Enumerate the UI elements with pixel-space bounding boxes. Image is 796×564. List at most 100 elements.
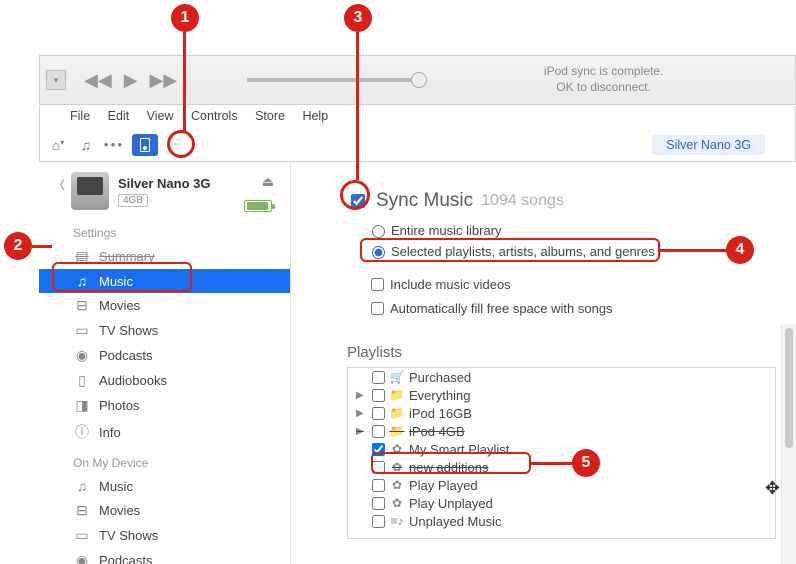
menu-file[interactable]: File bbox=[70, 109, 90, 123]
sync-option-3-input[interactable] bbox=[371, 302, 384, 315]
volume-thumb[interactable] bbox=[411, 72, 427, 88]
menu-store[interactable]: Store bbox=[255, 109, 285, 123]
playlist-checkbox[interactable] bbox=[372, 497, 385, 510]
menu-controls[interactable]: Controls bbox=[191, 109, 238, 123]
playlist-row[interactable]: ✿Play Unplayed bbox=[348, 494, 775, 512]
status-line-2: OK to disconnect. bbox=[427, 80, 780, 96]
device-item-label: Music bbox=[99, 479, 133, 494]
playlist-row[interactable]: ≡♪Unplayed Music bbox=[348, 512, 775, 530]
playlist-checkbox[interactable] bbox=[372, 371, 385, 384]
playlist-label: Unplayed Music bbox=[409, 514, 502, 529]
playlist-checkbox[interactable] bbox=[372, 515, 385, 528]
sync-option-3: Automatically fill free space with songs bbox=[367, 299, 796, 318]
sidebar-item-info[interactable]: ⓘInfo bbox=[39, 418, 290, 446]
home-icon[interactable]: ⌂▾ bbox=[45, 134, 71, 156]
library-music-icon[interactable]: ♫ bbox=[73, 134, 99, 156]
playlist-checkbox[interactable] bbox=[372, 425, 385, 438]
device-thumbnail bbox=[71, 172, 109, 210]
sidebar-item-label: TV Shows bbox=[99, 323, 158, 338]
volume-slider[interactable] bbox=[247, 78, 427, 82]
sidebar-item-label: Photos bbox=[99, 398, 139, 413]
tv-shows-icon: ▭ bbox=[73, 322, 91, 339]
device-item-label: Movies bbox=[99, 503, 140, 518]
device-item-music[interactable]: ♫ Music bbox=[39, 474, 290, 498]
playlist-label: Everything bbox=[409, 388, 470, 403]
sidebar-item-audiobooks[interactable]: ▯ Audiobooks bbox=[39, 368, 290, 393]
playlist-row[interactable]: ▶📁iPod 16GB bbox=[348, 404, 775, 422]
disclosure-triangle-icon[interactable]: ▶ bbox=[356, 408, 368, 419]
sync-option-2-input[interactable] bbox=[371, 278, 384, 291]
window-drag-handle[interactable]: ▾ bbox=[46, 70, 66, 90]
disclosure-triangle-icon[interactable]: ▶ bbox=[356, 390, 368, 401]
menu-help[interactable]: Help bbox=[302, 109, 328, 123]
more-icon[interactable]: ●●● bbox=[101, 134, 127, 156]
scrollbar-thumb[interactable] bbox=[785, 328, 793, 448]
back-chevron-icon[interactable]: 〈 bbox=[53, 176, 65, 193]
sidebar-item-label: Audiobooks bbox=[99, 373, 167, 388]
annotation-box-4 bbox=[360, 238, 660, 262]
sync-option-3-label: Automatically fill free space with songs bbox=[390, 301, 613, 316]
sidebar-item-label: Podcasts bbox=[99, 348, 152, 363]
playlist-row[interactable]: ▶📁iPod 4GB bbox=[348, 422, 775, 440]
playlist-row[interactable]: ▶📁Everything bbox=[348, 386, 775, 404]
menu-view[interactable]: View bbox=[147, 109, 174, 123]
settings-label: Settings bbox=[39, 216, 290, 244]
sidebar-item-tv-shows[interactable]: ▭ TV Shows bbox=[39, 318, 290, 343]
device-header: 〈 Silver Nano 3G 4GB ⏏ bbox=[39, 162, 290, 216]
annotation-line-5 bbox=[531, 462, 573, 465]
forward-button[interactable]: ▶▶ bbox=[150, 70, 178, 91]
sidebar-item-movies[interactable]: ⊟Movies bbox=[39, 293, 290, 318]
playlist-checkbox[interactable] bbox=[372, 407, 385, 420]
menu-edit[interactable]: Edit bbox=[108, 109, 130, 123]
annotation-line-1 bbox=[183, 32, 186, 132]
annotation-line-4 bbox=[660, 249, 728, 252]
annotation-badge-5: 5 bbox=[572, 449, 600, 477]
play-button[interactable]: ▶ bbox=[124, 70, 138, 91]
annotation-box-5 bbox=[371, 452, 531, 474]
sync-music-title: Sync Music bbox=[376, 190, 473, 212]
gear-icon: ✿ bbox=[389, 478, 405, 492]
movies-icon: ⊟ bbox=[73, 297, 91, 314]
eject-icon[interactable]: ⏏ bbox=[262, 174, 274, 190]
folder-icon: 📁 bbox=[389, 424, 405, 438]
playlist-checkbox[interactable] bbox=[372, 389, 385, 402]
ipod-icon bbox=[140, 138, 150, 152]
annotation-line-3 bbox=[356, 32, 359, 180]
sidebar-item-label: Info bbox=[99, 425, 121, 440]
device-item-movies[interactable]: ⊟ Movies bbox=[39, 498, 290, 523]
device-name: Silver Nano 3G bbox=[118, 176, 210, 191]
playlist-row[interactable]: ✿Play Played bbox=[348, 476, 775, 494]
device-item-tv-shows[interactable]: ▭TV Shows bbox=[39, 523, 290, 548]
annotation-badge-4: 4 bbox=[726, 236, 754, 264]
device-item-label: TV Shows bbox=[99, 528, 158, 543]
sync-option-2-label: Include music videos bbox=[390, 277, 511, 292]
sidebar-item-podcasts[interactable]: ◉Podcasts bbox=[39, 343, 290, 368]
playlist-label: iPod 16GB bbox=[409, 406, 472, 421]
sidebar: 〈 Silver Nano 3G 4GB ⏏ Settings ▤Summary… bbox=[39, 162, 291, 564]
status-display: iPod sync is complete. OK to disconnect. bbox=[427, 64, 795, 95]
disclosure-triangle-icon[interactable]: ▶ bbox=[356, 426, 368, 437]
playlist-row[interactable]: 🛒Purchased bbox=[348, 368, 775, 386]
device-capacity: 4GB bbox=[118, 194, 148, 207]
audiobooks-icon: ▯ bbox=[73, 372, 91, 389]
sync-music-count: 1094 songs bbox=[481, 192, 564, 210]
sidebar-item-photos[interactable]: ◨ Photos bbox=[39, 393, 290, 418]
scrollbar[interactable] bbox=[781, 324, 796, 564]
annotation-ring-3 bbox=[340, 180, 370, 210]
photos-icon: ◨ bbox=[73, 397, 91, 414]
sync-music-row: Sync Music 1094 songs bbox=[347, 190, 796, 212]
device-chip[interactable]: Silver Nano 3G bbox=[652, 135, 765, 155]
playback-controls: ◀◀ ▶ ▶▶ bbox=[84, 70, 177, 91]
annotation-line-2 bbox=[32, 245, 52, 248]
movies-icon: ⊟ bbox=[73, 502, 91, 519]
sync-option-0-input[interactable] bbox=[372, 225, 385, 238]
playlists-heading: Playlists bbox=[347, 344, 796, 361]
music-icon: ♫ bbox=[73, 478, 91, 494]
rewind-button[interactable]: ◀◀ bbox=[84, 70, 112, 91]
device-item-podcasts[interactable]: ◉Podcasts bbox=[39, 548, 290, 564]
cart-icon: 🛒 bbox=[389, 370, 405, 384]
playlist-checkbox[interactable] bbox=[372, 479, 385, 492]
device-button[interactable] bbox=[132, 134, 158, 156]
playback-bar: ▾ ◀◀ ▶ ▶▶ iPod sync is complete. OK to d… bbox=[39, 55, 796, 105]
toolbar: ⌂▾ ♫ ●●● Silver Nano 3G bbox=[39, 128, 796, 162]
